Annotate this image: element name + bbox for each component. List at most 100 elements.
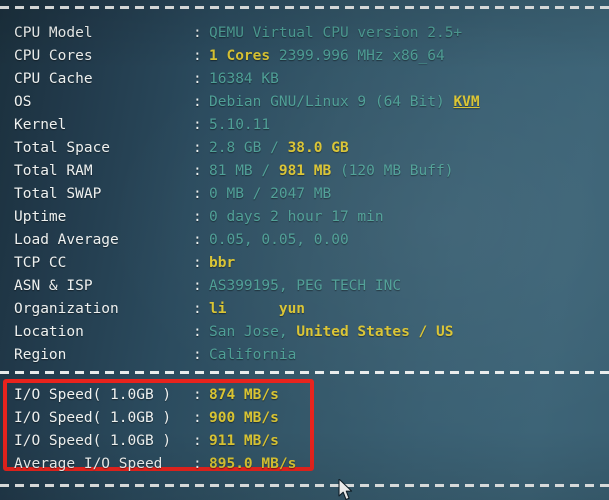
system-info-value-segment: Debian GNU/Linux 9 (64 Bit) bbox=[209, 94, 454, 110]
system-info-value-segment: 16384 KB bbox=[209, 71, 279, 87]
io-speed-label: I/O Speed( 1.0GB ) bbox=[14, 387, 172, 403]
system-info-colon: : bbox=[193, 186, 202, 202]
system-info-value-segment: 0 days 2 hour 17 min bbox=[209, 209, 384, 225]
system-info-value-segment: (120 MB Buff) bbox=[331, 163, 454, 179]
io-speed-label: I/O Speed( 1.0GB ) bbox=[14, 410, 172, 426]
io-speed-colon: : bbox=[193, 456, 202, 472]
system-info-value-segment: AS399195, PEG TECH INC bbox=[209, 278, 402, 294]
io-speed-colon: : bbox=[193, 387, 202, 403]
system-info-value: 1 Cores 2399.996 MHz x86_64 bbox=[209, 45, 445, 68]
system-info-value-segment: 2399.996 MHz x86_64 bbox=[270, 48, 445, 64]
system-info-colon: : bbox=[193, 347, 202, 363]
system-info-list: CPU Model: QEMU Virtual CPU version 2.5+ C… bbox=[0, 22, 609, 367]
system-info-colon: : bbox=[193, 278, 202, 294]
system-info-value: AS399195, PEG TECH INC bbox=[209, 275, 401, 298]
system-info-label: Organization bbox=[14, 301, 119, 317]
system-info-value: li yun bbox=[209, 298, 305, 321]
system-info-value-segment: 1 Cores bbox=[209, 48, 271, 64]
system-info-value-segment: QEMU Virtual CPU version 2.5+ bbox=[209, 25, 463, 41]
system-info-label: ASN & ISP bbox=[14, 278, 93, 294]
io-speed-list: I/O Speed( 1.0GB ):874 MB/s I/O Speed( 1.… bbox=[0, 384, 609, 476]
system-info-value-segment: 81 MB / bbox=[209, 163, 279, 179]
system-info-label: CPU Cache bbox=[14, 71, 93, 87]
system-info-colon: : bbox=[193, 255, 202, 271]
system-info-label: Total Space bbox=[14, 140, 111, 156]
system-info-label: Kernel bbox=[14, 117, 67, 133]
system-info-label: Uptime bbox=[14, 209, 67, 225]
system-info-value: San Jose, United States / US bbox=[209, 321, 453, 344]
system-info-colon: : bbox=[193, 94, 202, 110]
system-info-row: CPU Cache:16384 KB bbox=[0, 68, 609, 91]
io-speed-value: 874 MB/s bbox=[209, 384, 279, 407]
system-info-value-segment: li yun bbox=[209, 301, 306, 317]
system-info-row: Location: San Jose, United States / US bbox=[0, 321, 609, 344]
system-info-value-segment: 2.8 GB / bbox=[209, 140, 288, 156]
system-info-colon: : bbox=[193, 232, 202, 248]
system-info-row: Total Space:2.8 GB / 38.0 GB bbox=[0, 137, 609, 160]
system-info-row: CPU Cores:1 Cores 2399.996 MHz x86_64 bbox=[0, 45, 609, 68]
separator-rule-middle bbox=[0, 371, 609, 374]
system-info-value-segment: 38.0 GB bbox=[287, 140, 349, 156]
system-info-value: 0.05, 0.05, 0.00 bbox=[209, 229, 349, 252]
system-info-row: Total RAM:81 MB / 981 MB (120 MB Buff) bbox=[0, 160, 609, 183]
system-info-row: Uptime:0 days 2 hour 17 min bbox=[0, 206, 609, 229]
system-info-value-segment: San Jose, bbox=[209, 324, 297, 340]
system-info-row: OS: Debian GNU/Linux 9 (64 Bit) KVM bbox=[0, 91, 609, 114]
system-info-row: Region: California bbox=[0, 344, 609, 367]
io-speed-value-segment: 895.0 MB/s bbox=[209, 456, 297, 472]
system-info-value: bbr bbox=[209, 252, 235, 275]
system-info-value-segment: 5.10.11 bbox=[209, 117, 271, 133]
system-info-colon: : bbox=[193, 117, 202, 133]
io-speed-row: Average I/O Speed:895.0 MB/s bbox=[0, 453, 609, 476]
system-info-value: 81 MB / 981 MB (120 MB Buff) bbox=[209, 160, 453, 183]
system-info-value-segment: California bbox=[209, 347, 297, 363]
system-info-row: ASN & ISP: AS399195, PEG TECH INC bbox=[0, 275, 609, 298]
system-info-label: TCP CC bbox=[14, 255, 67, 271]
system-info-value: QEMU Virtual CPU version 2.5+ bbox=[209, 22, 462, 45]
system-info-colon: : bbox=[193, 25, 202, 41]
system-info-value-segment: 0 MB / 2047 MB bbox=[209, 186, 332, 202]
io-speed-value: 911 MB/s bbox=[209, 430, 279, 453]
system-info-value: California bbox=[209, 344, 296, 367]
system-info-label: Location bbox=[14, 324, 84, 340]
system-info-colon: : bbox=[193, 163, 202, 179]
terminal-screen: CPU Model: QEMU Virtual CPU version 2.5+ C… bbox=[0, 0, 609, 500]
system-info-value: 2.8 GB / 38.0 GB bbox=[209, 137, 349, 160]
system-info-colon: : bbox=[193, 71, 202, 87]
system-info-label: CPU Cores bbox=[14, 48, 93, 64]
system-info-value-segment: 0.05, 0.05, 0.00 bbox=[209, 232, 349, 248]
system-info-row: Organization: li yun bbox=[0, 298, 609, 321]
system-info-value-segment: United States / US bbox=[296, 324, 454, 340]
mouse-pointer-icon bbox=[338, 479, 353, 500]
io-speed-value: 900 MB/s bbox=[209, 407, 279, 430]
io-speed-row: I/O Speed( 1.0GB ):900 MB/s bbox=[0, 407, 609, 430]
system-info-colon: : bbox=[193, 140, 202, 156]
system-info-value-segment: KVM bbox=[453, 94, 480, 110]
system-info-value: 5.10.11 bbox=[209, 114, 270, 137]
io-speed-value-segment: 874 MB/s bbox=[209, 387, 279, 403]
io-speed-row: I/O Speed( 1.0GB ):874 MB/s bbox=[0, 384, 609, 407]
system-info-row: CPU Model: QEMU Virtual CPU version 2.5+ bbox=[0, 22, 609, 45]
system-info-label: Total RAM bbox=[14, 163, 93, 179]
system-info-value: 0 MB / 2047 MB bbox=[209, 183, 331, 206]
system-info-label: Region bbox=[14, 347, 67, 363]
system-info-colon: : bbox=[193, 48, 202, 64]
system-info-colon: : bbox=[193, 301, 202, 317]
system-info-value: Debian GNU/Linux 9 (64 Bit) KVM bbox=[209, 91, 480, 114]
io-speed-label: Average I/O Speed bbox=[14, 456, 163, 472]
system-info-value-segment: 981 MB bbox=[278, 163, 332, 179]
system-info-row: Total SWAP:0 MB / 2047 MB bbox=[0, 183, 609, 206]
io-speed-colon: : bbox=[193, 410, 202, 426]
system-info-value-segment: bbr bbox=[209, 255, 236, 271]
system-info-value: 16384 KB bbox=[209, 68, 279, 91]
io-speed-colon: : bbox=[193, 433, 202, 449]
system-info-label: Load Average bbox=[14, 232, 119, 248]
system-info-colon: : bbox=[193, 324, 202, 340]
io-speed-label: I/O Speed( 1.0GB ) bbox=[14, 433, 172, 449]
system-info-label: CPU Model bbox=[14, 25, 93, 41]
system-info-row: Kernel:5.10.11 bbox=[0, 114, 609, 137]
separator-rule-top bbox=[0, 6, 609, 9]
io-speed-value: 895.0 MB/s bbox=[209, 453, 296, 476]
io-speed-value-segment: 911 MB/s bbox=[209, 433, 279, 449]
system-info-colon: : bbox=[193, 209, 202, 225]
